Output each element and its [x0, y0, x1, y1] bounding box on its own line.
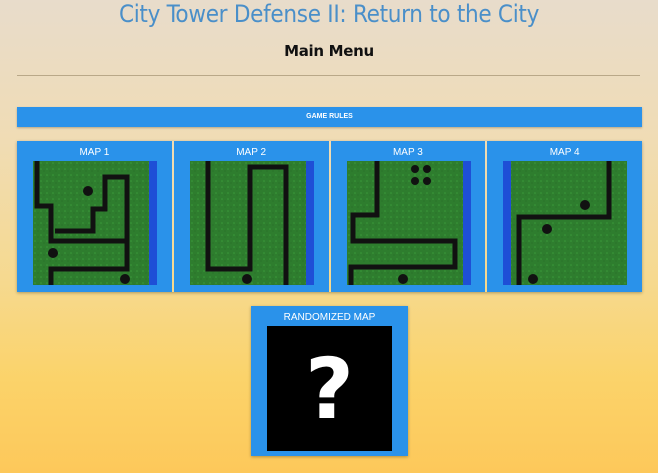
map-3-label: MAP 3 [392, 147, 423, 158]
map-2-card[interactable]: MAP 2 [173, 141, 329, 292]
page-title: City Tower Defense II: Return to the Cit… [118, 0, 540, 28]
randomized-map-thumbnail[interactable]: ? [267, 326, 392, 451]
game-rules-button[interactable]: GAME RULES [17, 107, 642, 127]
map-3-thumbnail[interactable] [346, 161, 471, 285]
divider [17, 75, 640, 76]
randomized-map-label: RANDOMIZED MAP [283, 312, 376, 323]
map-4-label: MAP 4 [549, 147, 580, 158]
map-4-card[interactable]: MAP 4 [487, 141, 642, 292]
map-1-label: MAP 1 [79, 147, 110, 158]
map-1-thumbnail[interactable] [33, 161, 157, 285]
map-1-card[interactable]: MAP 1 [17, 141, 172, 292]
randomized-map-card[interactable]: RANDOMIZED MAP ? [251, 306, 408, 456]
map-4-thumbnail[interactable] [503, 161, 628, 285]
map-2-label: MAP 2 [236, 147, 267, 158]
question-mark-icon: ? [305, 339, 354, 438]
map-2-thumbnail[interactable] [189, 161, 314, 285]
map-selection-row: MAP 1 MAP 2 MAP 3 MAP 4 [17, 141, 642, 292]
menu-heading: Main Menu [284, 42, 374, 60]
map-3-card[interactable]: MAP 3 [330, 141, 486, 292]
